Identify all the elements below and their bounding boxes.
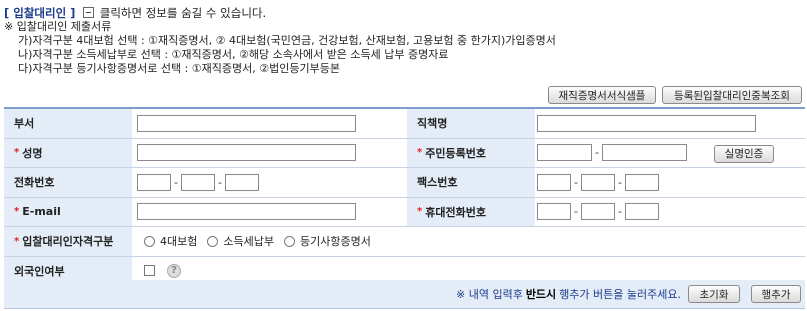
required-mark: *: [14, 206, 20, 218]
required-mark: *: [14, 235, 20, 247]
help-icon[interactable]: ?: [167, 263, 181, 278]
mobile-input-3[interactable]: [624, 203, 659, 221]
required-mark: *: [417, 147, 423, 159]
dash: -: [174, 175, 178, 189]
form-row-dept: 부서 직책명: [4, 109, 805, 139]
notes-line: 다)자격구분 등기사항증명서로 선택 : ①재직증명서, ②법인등기부등본: [18, 62, 340, 75]
position-label: 직책명: [407, 109, 535, 138]
dash: -: [574, 175, 578, 189]
collapse-toggle-icon[interactable]: [83, 7, 95, 18]
mobile-input-2[interactable]: [580, 203, 615, 221]
notes-title: ※ 입찰대리인 제출서류: [4, 20, 112, 33]
email-label: * E-mail: [4, 197, 132, 226]
email-input[interactable]: [137, 203, 356, 221]
phone-input-3[interactable]: [224, 173, 259, 191]
agent-form-table: 부서 직책명 * 성명 * 주민등록번호 - 실명인증 전화번호 - - 팩스번호 …: [4, 107, 805, 285]
qualification-label: * 입찰대리인자격구분: [4, 227, 132, 256]
fax-input-2[interactable]: [580, 173, 615, 191]
name-label: * 성명: [4, 138, 132, 167]
fax-label: 팩스번호: [407, 168, 535, 197]
dash: -: [617, 175, 622, 189]
radio-label[interactable]: 4대보험: [160, 233, 197, 249]
name-input[interactable]: [137, 144, 356, 162]
rrn-label: * 주민등록번호: [407, 138, 535, 167]
fax-input-1[interactable]: [537, 173, 571, 191]
phone-input-2[interactable]: [180, 173, 215, 191]
dept-label: 부서: [4, 109, 132, 138]
mobile-label: * 휴대전화번호: [407, 197, 535, 226]
toggle-hint[interactable]: 클릭하면 정보를 숨길 수 있습니다.: [100, 6, 266, 20]
dash: -: [217, 175, 222, 189]
reset-button[interactable]: 초기화: [688, 285, 740, 303]
dash: -: [574, 205, 578, 219]
notes-line: 가)자격구분 4대보험 선택 : ①재직증명서, ② 4대보험(국민연금, 건강…: [18, 34, 556, 47]
radio-label[interactable]: 등기사항증명서: [300, 233, 371, 249]
add-row-button[interactable]: 행추가: [751, 285, 801, 303]
required-documents-notes: ※ 입찰대리인 제출서류 가)자격구분 4대보험 선택 : ①재직증명서, ② …: [4, 20, 556, 76]
form-row-qualification: * 입찰대리인자격구분 4대보험 소득세납부 등기사항증명서: [4, 227, 805, 257]
sample-form-button[interactable]: 재직증명서서식샘플: [548, 86, 656, 104]
duplicate-check-button[interactable]: 등록된입찰대리인중복조회: [662, 86, 802, 104]
section-header: [ 입찰대리인 ] 클릭하면 정보를 숨길 수 있습니다.: [4, 5, 266, 21]
phone-input-1[interactable]: [137, 173, 171, 191]
rrn-back-input[interactable]: [601, 144, 687, 162]
verify-name-button[interactable]: 실명인증: [714, 144, 774, 163]
notes-line: 나)자격구분 소득세납부로 선택 : ①재직증명서, ②해당 소속사에서 받은 …: [18, 48, 449, 61]
section-title: [ 입찰대리인 ]: [4, 6, 76, 20]
qualification-radio-group: 4대보험 소득세납부 등기사항증명서: [144, 227, 381, 256]
form-row-name: * 성명 * 주민등록번호 - 실명인증: [4, 138, 805, 168]
radio-income-tax[interactable]: [207, 235, 219, 247]
phone-label: 전화번호: [4, 168, 132, 197]
position-input[interactable]: [537, 114, 756, 132]
radio-label[interactable]: 소득세납부: [223, 233, 274, 249]
dash: -: [595, 146, 599, 160]
radio-registry-certificate[interactable]: [283, 235, 295, 247]
mobile-input-1[interactable]: [537, 203, 571, 221]
required-mark: *: [417, 206, 423, 218]
rrn-front-input[interactable]: [537, 144, 592, 162]
form-footer: ※ 내역 입력후 반드시 행추가 버튼을 눌러주세요. 초기화 행추가: [4, 280, 805, 309]
dept-input[interactable]: [137, 114, 356, 132]
foreigner-checkbox[interactable]: [144, 265, 155, 277]
form-row-email: * E-mail * 휴대전화번호 - -: [4, 197, 805, 227]
footer-message: ※ 내역 입력후 반드시 행추가 버튼을 눌러주세요.: [456, 288, 681, 301]
required-mark: *: [14, 147, 20, 159]
fax-input-3[interactable]: [624, 173, 659, 191]
dash: -: [617, 205, 622, 219]
radio-4-insurance[interactable]: [144, 235, 155, 247]
form-row-phone: 전화번호 - - 팩스번호 - -: [4, 168, 805, 198]
